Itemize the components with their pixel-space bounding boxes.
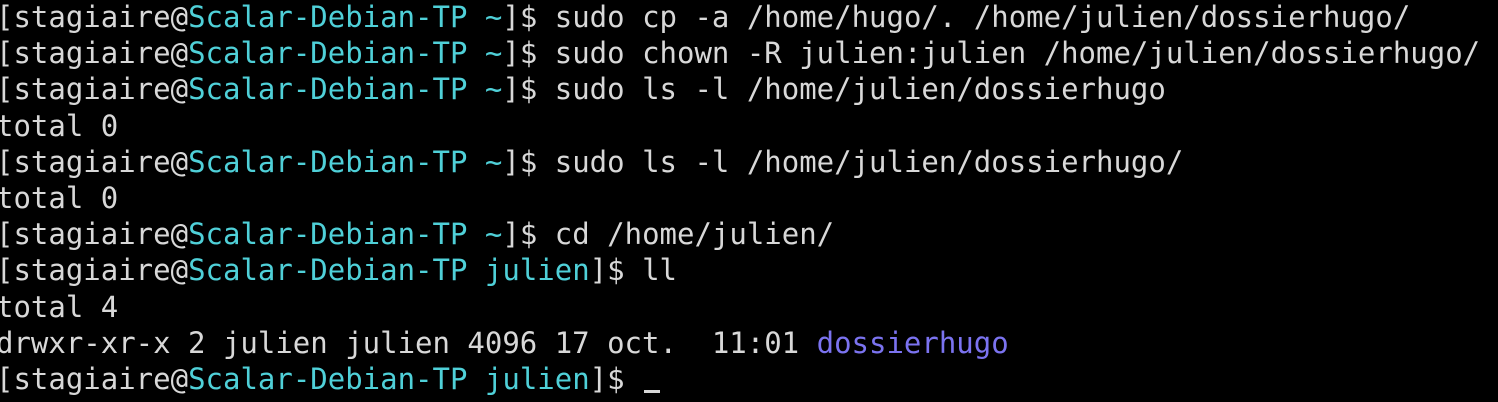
command-text: sudo ls -l /home/julien/dossierhugo [554, 72, 1166, 107]
command-text: cd /home/julien/ [554, 217, 835, 252]
terminal-line-prompt: [stagiaire@Scalar-Debian-TP ~]$ cd /home… [0, 217, 835, 252]
prompt-host: Scalar-Debian-TP [188, 217, 468, 252]
prompt-cwd: ~ [484, 144, 503, 179]
prompt-host: Scalar-Debian-TP [188, 253, 468, 288]
prompt-cwd: ~ [484, 0, 503, 34]
command-text: sudo chown -R julien:julien /home/julien… [554, 36, 1481, 71]
prompt-host: Scalar-Debian-TP [188, 0, 468, 34]
terminal-line-active-prompt[interactable]: [stagiaire@Scalar-Debian-TP julien]$ [0, 361, 1498, 397]
directory-name: dossierhugo [816, 325, 1009, 360]
listing-details: drwxr-xr-x 2 julien julien 4096 17 oct. … [0, 325, 817, 360]
terminal-line-output: total 0 [0, 180, 119, 215]
terminal-line-prompt: [stagiaire@Scalar-Debian-TP ~]$ sudo cho… [0, 36, 1481, 71]
prompt-host: Scalar-Debian-TP [188, 144, 468, 179]
prompt-host: Scalar-Debian-TP [188, 36, 468, 71]
prompt-host: Scalar-Debian-TP [188, 72, 468, 107]
prompt-cwd: ~ [484, 36, 503, 71]
terminal-line-prompt: [stagiaire@Scalar-Debian-TP ~]$ sudo ls … [0, 72, 1166, 107]
terminal-line-prompt: [stagiaire@Scalar-Debian-TP julien]$ ll [0, 253, 677, 288]
prompt-cwd: julien [484, 253, 590, 288]
prompt-cwd: ~ [484, 72, 503, 107]
terminal-line-output: total 0 [0, 108, 119, 143]
prompt-cwd: julien [484, 361, 590, 396]
terminal-line-output: total 4 [0, 289, 119, 324]
terminal-window[interactable]: [stagiaire@Scalar-Debian-TP ~]$ sudo cp … [0, 0, 1498, 401]
command-text: sudo ls -l /home/julien/dossierhugo/ [554, 144, 1184, 179]
terminal-line-listing: drwxr-xr-x 2 julien julien 4096 17 oct. … [0, 325, 1498, 361]
terminal-line-prompt: [stagiaire@Scalar-Debian-TP ~]$ sudo cp … [0, 0, 1411, 34]
prompt-host: Scalar-Debian-TP [188, 361, 468, 396]
prompt-cwd: ~ [484, 217, 503, 252]
terminal-line-prompt: [stagiaire@Scalar-Debian-TP ~]$ sudo ls … [0, 144, 1184, 179]
command-text: ll [642, 253, 677, 288]
text-cursor [644, 389, 661, 393]
command-text: sudo cp -a /home/hugo/. /home/julien/dos… [554, 0, 1411, 34]
